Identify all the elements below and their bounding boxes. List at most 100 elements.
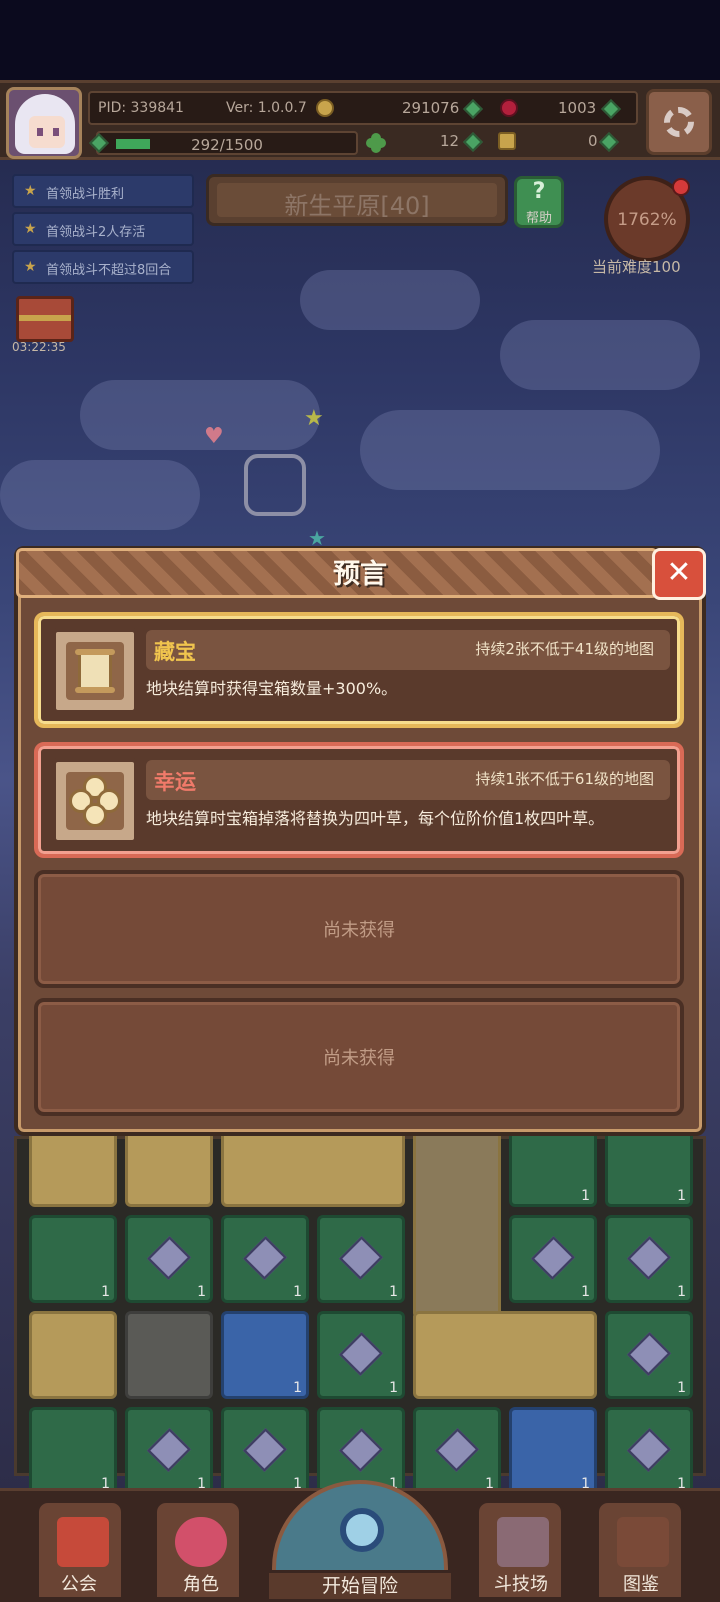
tile-count: 1 [581, 1188, 590, 1204]
wand-tile[interactable]: 1 [509, 1407, 597, 1495]
tile-count: 1 [677, 1380, 686, 1396]
empty-slot-label: 尚未获得 [323, 1048, 395, 1069]
chest-timer: 03:22:35 [12, 340, 66, 354]
prophecy-card-treasure[interactable]: 藏宝 持续2张不低于41级的地图 地块结算时获得宝箱数量+300%。 [34, 612, 684, 728]
map-title-banner[interactable]: 新生平原[40] [206, 174, 508, 226]
map-title: 新生平原[40] [284, 192, 430, 220]
quest-item[interactable]: ★ 首领战斗不超过8回合 [12, 250, 194, 284]
crystal-icon [338, 1427, 384, 1473]
beast-tile[interactable] [413, 1311, 597, 1399]
tile-count: 1 [197, 1284, 206, 1300]
tile-cursor [244, 454, 306, 516]
sparkle-star-icon: ★ [304, 406, 324, 431]
crystal-tile[interactable]: 1 [413, 1407, 501, 1495]
nav-arena-label: 斗技场 [494, 1574, 548, 1595]
flag-tile[interactable]: 1 [29, 1407, 117, 1495]
crystal-tile[interactable]: 1 [317, 1215, 405, 1303]
settings-button[interactable] [646, 89, 712, 155]
nav-character-label: 角色 [183, 1574, 219, 1595]
modal-title: 预言 [333, 559, 387, 590]
card-condition: 持续1张不低于61级的地图 [475, 770, 654, 788]
board-tile[interactable]: 1 [29, 1215, 117, 1303]
gold-count: 291076 [402, 99, 460, 117]
xp-text: 292/1500 [191, 136, 263, 154]
four-leaf-clover-icon [66, 772, 124, 830]
pid-label: PID: 339841 [98, 100, 184, 116]
quest-label: 首领战斗2人存活 [46, 225, 146, 240]
card-name: 藏宝 [154, 640, 196, 664]
character-portrait-icon [175, 1517, 227, 1567]
card-name: 幸运 [154, 770, 196, 794]
quest-item[interactable]: ★ 首领战斗胜利 [12, 174, 194, 208]
crystal-icon [242, 1427, 288, 1473]
quest-label: 首领战斗胜利 [46, 187, 125, 202]
prophecy-icon-frame [52, 628, 138, 714]
add-ruby-icon[interactable] [601, 99, 621, 119]
help-button[interactable]: ? 帮助 [514, 176, 564, 228]
tree-tile[interactable] [413, 1119, 501, 1319]
empty-slot-label: 尚未获得 [323, 920, 395, 941]
version-label: Ver: 1.0.0.7 [226, 100, 307, 116]
crystal-tile[interactable]: 1 [605, 1215, 693, 1303]
crystal-tile[interactable]: 1 [317, 1311, 405, 1399]
empty-tile[interactable] [125, 1311, 213, 1399]
key-count: 0 [588, 132, 598, 150]
add-clover-icon[interactable] [463, 132, 483, 152]
book-icon [617, 1517, 669, 1567]
board-tile[interactable] [29, 1311, 117, 1399]
close-button[interactable]: ✕ [652, 548, 706, 600]
nav-guild-label: 公会 [61, 1574, 97, 1595]
crystal-tile[interactable]: 1 [605, 1311, 693, 1399]
ruby-icon [500, 99, 518, 117]
tile-count: 1 [389, 1380, 398, 1396]
card-description: 地块结算时宝箱掉落将替换为四叶草，每个位阶价值1枚四叶草。 [146, 809, 605, 828]
difficulty-label: 当前难度100 [592, 258, 681, 276]
heart-icon: ♥ [204, 424, 224, 449]
crystal-icon [338, 1331, 384, 1377]
top-hud: PID: 339841 Ver: 1.0.0.7 291076 1003 292… [0, 80, 720, 160]
ruby-count: 1003 [558, 99, 597, 117]
crystal-tile[interactable]: 1 [221, 1215, 309, 1303]
status-bar [0, 0, 720, 80]
crystal-tile[interactable]: 1 [509, 1215, 597, 1303]
empty-prophecy-slot: 尚未获得 [34, 998, 684, 1116]
crystal-tile[interactable]: 1 [605, 1407, 693, 1495]
crystal-icon [146, 1427, 192, 1473]
star-icon: ★ [24, 221, 37, 237]
treasure-chest-icon[interactable] [16, 296, 74, 342]
star-icon: ★ [24, 259, 37, 275]
crystal-icon [338, 1235, 384, 1281]
crystal-icon [434, 1427, 480, 1473]
prophecy-card-luck[interactable]: 幸运 持续1张不低于61级的地图 地块结算时宝箱掉落将替换为四叶草，每个位阶价值… [34, 742, 684, 858]
tile-board: 1 1 1 1 1 1 1 1 1 1 1 1 1 1 1 1 1 1 [14, 1119, 706, 1495]
nav-codex-label: 图鉴 [623, 1574, 659, 1595]
tile-count: 1 [677, 1284, 686, 1300]
key-icon [498, 132, 516, 150]
crystal-icon [626, 1427, 672, 1473]
crystal-icon [626, 1331, 672, 1377]
start-adventure-label: 开始冒险 [266, 1570, 454, 1602]
difficulty-value: 1762% [617, 210, 677, 230]
tile-count: 1 [101, 1284, 110, 1300]
crystal-icon [530, 1235, 576, 1281]
crystal-tile[interactable]: 1 [125, 1215, 213, 1303]
gear-icon [664, 107, 694, 137]
add-gold-icon[interactable] [463, 99, 483, 119]
gold-coin-icon [316, 99, 334, 117]
tile-count: 1 [293, 1284, 302, 1300]
quest-item[interactable]: ★ 首领战斗2人存活 [12, 212, 194, 246]
difficulty-dial[interactable]: 1762% [604, 176, 690, 262]
close-icon: ✕ [666, 555, 692, 590]
notification-dot-icon [672, 178, 690, 196]
crystal-tile[interactable]: 1 [221, 1407, 309, 1495]
add-key-icon[interactable] [599, 132, 619, 152]
star-icon: ★ [24, 183, 37, 199]
crystal-tile[interactable]: 1 [125, 1407, 213, 1495]
log-tile[interactable]: 1 [221, 1311, 309, 1399]
help-label: 帮助 [525, 211, 552, 226]
xp-bar: 292/1500 [89, 131, 358, 155]
clover-count: 12 [440, 132, 460, 150]
card-description: 地块结算时获得宝箱数量+300%。 [146, 679, 398, 698]
avatar[interactable] [6, 87, 82, 159]
tile-count: 1 [581, 1284, 590, 1300]
